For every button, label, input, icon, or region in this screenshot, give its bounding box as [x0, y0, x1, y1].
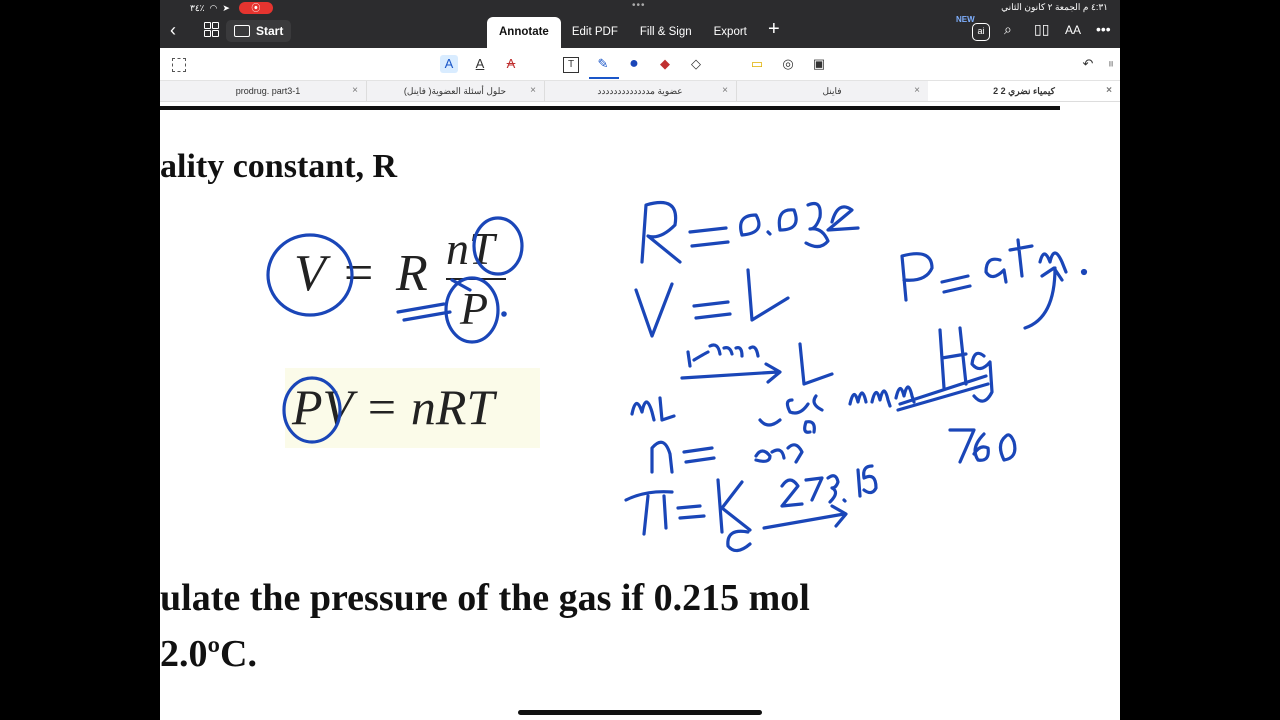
ink-R: [640, 200, 682, 264]
ink-V: [634, 282, 674, 338]
ink-C: [726, 529, 752, 553]
ink-arrow: [1023, 266, 1064, 330]
ink-0082: [739, 201, 860, 249]
ink-circle: [472, 216, 524, 276]
ink-moles-arabic: [754, 394, 824, 464]
ink-eq: [688, 226, 730, 248]
handwritten-annotations: [266, 200, 1088, 553]
ink-L2: [798, 342, 834, 386]
ink-eq: [940, 274, 972, 294]
ink-K: [716, 478, 752, 534]
ink-equal-marks: [396, 278, 472, 322]
ink-27315: [780, 464, 878, 508]
ink-dot: [501, 311, 507, 317]
ink-ml: [630, 396, 676, 422]
ink-760: [948, 428, 1017, 464]
home-indicator[interactable]: [518, 710, 762, 715]
ink-circle: [444, 276, 500, 344]
ink-T: [624, 490, 674, 536]
ink-circle: [282, 376, 342, 444]
ink-1000: [686, 343, 760, 368]
ink-L: [746, 268, 790, 322]
ink-arrow: [762, 504, 848, 530]
ink-P: [900, 252, 934, 302]
ink-eq: [682, 446, 716, 464]
ink-eq: [676, 504, 706, 520]
ink-arrow: [680, 362, 782, 384]
ipad-screen: ٣٤٪ ◠ ➤ ⦿ ••• ٤:٣١ م الجمعة ٢ كانون الثا…: [160, 0, 1120, 720]
ink-dot: [1080, 268, 1088, 276]
ink-eq: [692, 300, 732, 320]
ink-circle: [266, 233, 354, 317]
ink-n: [650, 440, 674, 474]
